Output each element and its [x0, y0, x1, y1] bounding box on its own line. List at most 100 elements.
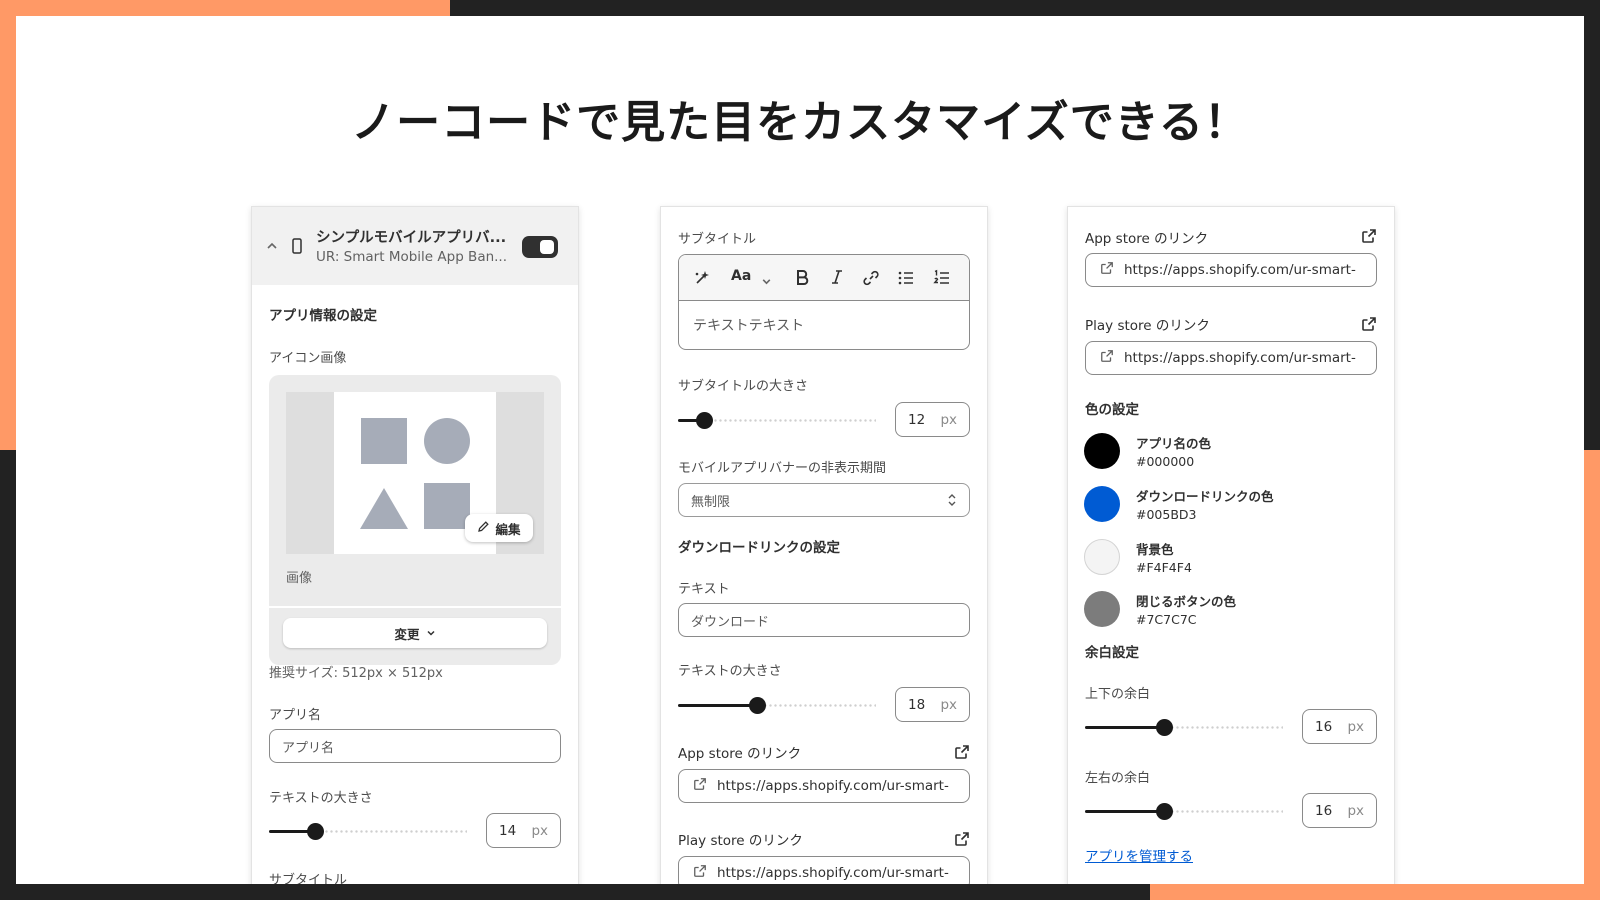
color-item[interactable]: アプリ名の色 #000000	[1084, 433, 1211, 469]
slider-thumb[interactable]	[1156, 803, 1174, 820]
slider-thumb[interactable]	[306, 823, 324, 840]
play-store-label: Play store のリンク	[1085, 318, 1210, 334]
app-store-url: https://apps.shopify.com/ur-smart-	[717, 778, 949, 794]
vertical-margin-slider[interactable]	[1085, 717, 1283, 737]
download-text-input[interactable]: ダウンロード	[678, 603, 970, 637]
panel-colors-margins: App store のリンク https://apps.shopify.com/…	[1067, 206, 1395, 884]
app-store-label: App store のリンク	[1085, 231, 1209, 247]
subtitle-size-slider[interactable]	[678, 410, 876, 430]
horizontal-margin-label: 左右の余白	[1085, 771, 1151, 786]
unit-label: px	[940, 411, 957, 428]
magic-icon[interactable]	[693, 269, 711, 291]
margin-section: 余白設定	[1085, 645, 1139, 661]
text-size-label: テキストの大きさ	[678, 664, 782, 679]
color-item[interactable]: ダウンロードリンクの色 #005BD3	[1084, 486, 1274, 522]
numbered-list-icon[interactable]	[933, 269, 951, 291]
app-store-url: https://apps.shopify.com/ur-smart-	[1124, 262, 1356, 278]
image-caption: 画像	[286, 571, 313, 586]
play-store-url: https://apps.shopify.com/ur-smart-	[1124, 350, 1356, 366]
external-link-icon	[1100, 349, 1114, 367]
slide: ノーコードで見た目をカスタマイズできる！ シンプルモバイルアプリバ... UR:…	[16, 16, 1584, 884]
color-hex: #7C7C7C	[1136, 612, 1197, 627]
horizontal-margin-slider[interactable]	[1085, 801, 1283, 821]
slider-thumb[interactable]	[1156, 719, 1174, 736]
image-preview: 編集	[286, 392, 544, 554]
color-hex: #005BD3	[1136, 507, 1197, 522]
divider	[269, 606, 561, 608]
external-link-icon[interactable]	[1361, 228, 1377, 244]
external-link-icon[interactable]	[1361, 316, 1377, 332]
external-link-icon[interactable]	[954, 831, 970, 847]
italic-icon[interactable]	[829, 268, 845, 290]
hide-period-select[interactable]: 無制限	[678, 483, 970, 517]
app-subtitle: UR: Smart Mobile App Ban...	[316, 249, 508, 265]
horizontal-margin-input[interactable]: 16 px	[1302, 793, 1377, 828]
subtitle-label: サブタイトル	[678, 232, 757, 247]
text-size-label: テキストの大きさ	[269, 791, 373, 806]
headline: ノーコードで見た目をカスタマイズできる！	[351, 97, 1249, 148]
color-swatch[interactable]	[1084, 433, 1120, 469]
unit-label: px	[940, 696, 957, 713]
select-arrows-icon	[947, 493, 957, 511]
text-size-slider[interactable]	[678, 695, 876, 715]
link-icon[interactable]	[862, 269, 880, 291]
hide-period-value: 無制限	[691, 494, 731, 510]
bullet-list-icon[interactable]	[897, 269, 915, 291]
subtitle-size-input[interactable]: 12 px	[895, 402, 970, 437]
play-store-label: Play store のリンク	[678, 833, 803, 849]
unit-label: px	[1347, 718, 1364, 735]
unit-label: px	[531, 822, 548, 839]
text-size-slider[interactable]	[269, 821, 467, 841]
app-name-label: アプリ名	[269, 708, 322, 723]
app-store-label: App store のリンク	[678, 746, 802, 762]
play-store-url-input[interactable]: https://apps.shopify.com/ur-smart-	[678, 856, 970, 884]
external-link-icon[interactable]	[954, 744, 970, 760]
external-link-icon	[1100, 261, 1114, 279]
edit-label: 編集	[495, 521, 521, 537]
enable-toggle[interactable]	[522, 236, 558, 258]
manage-app-link[interactable]: アプリを管理する	[1085, 845, 1193, 865]
editor-toolbar: Aa	[679, 255, 969, 301]
icon-image-label: アイコン画像	[269, 351, 347, 366]
download-section: ダウンロードリンクの設定	[678, 540, 840, 556]
external-link-icon	[693, 864, 707, 882]
app-title: シンプルモバイルアプリバ...	[316, 230, 507, 246]
horizontal-margin-value: 16	[1315, 802, 1333, 819]
play-store-url-input[interactable]: https://apps.shopify.com/ur-smart-	[1085, 341, 1377, 375]
color-name: アプリ名の色	[1136, 436, 1212, 451]
unit-label: px	[1347, 802, 1364, 819]
color-name: ダウンロードリンクの色	[1136, 489, 1274, 504]
color-hex: #000000	[1136, 454, 1195, 469]
slider-fill	[678, 704, 758, 707]
subtitle-size-label: サブタイトルの大きさ	[678, 379, 809, 394]
app-name-input[interactable]: アプリ名	[269, 729, 561, 763]
app-store-url-input[interactable]: https://apps.shopify.com/ur-smart-	[678, 769, 970, 803]
rich-text-editor[interactable]: Aa テキストテキスト	[678, 254, 970, 350]
app-store-url-input[interactable]: https://apps.shopify.com/ur-smart-	[1085, 253, 1377, 287]
slider-fill	[1085, 726, 1165, 729]
slider-thumb[interactable]	[749, 697, 767, 714]
editor-content[interactable]: テキストテキスト	[693, 315, 804, 335]
color-name: 背景色	[1136, 542, 1174, 557]
color-name: 閉じるボタンの色	[1136, 594, 1237, 609]
vertical-margin-input[interactable]: 16 px	[1302, 709, 1377, 744]
change-image-button[interactable]: 変更	[283, 618, 547, 648]
image-picker: 編集 画像 変更	[269, 375, 561, 665]
color-swatch[interactable]	[1084, 539, 1120, 575]
chevron-up-icon[interactable]	[266, 237, 278, 256]
color-swatch[interactable]	[1084, 591, 1120, 627]
slider-fill	[1085, 810, 1165, 813]
pencil-icon	[477, 520, 490, 536]
edit-image-button[interactable]: 編集	[465, 514, 533, 542]
bold-icon[interactable]	[794, 268, 810, 290]
color-swatch[interactable]	[1084, 486, 1120, 522]
color-hex: #F4F4F4	[1136, 560, 1192, 575]
text-size-value: 18	[908, 696, 926, 713]
chevron-down-icon[interactable]	[761, 272, 772, 291]
text-size-input[interactable]: 18 px	[895, 687, 970, 722]
slider-thumb[interactable]	[695, 412, 713, 429]
text-size-input[interactable]: 14 px	[486, 813, 561, 848]
color-item[interactable]: 閉じるボタンの色 #7C7C7C	[1084, 591, 1236, 627]
font-menu[interactable]: Aa	[731, 268, 751, 284]
color-item[interactable]: 背景色 #F4F4F4	[1084, 539, 1192, 575]
